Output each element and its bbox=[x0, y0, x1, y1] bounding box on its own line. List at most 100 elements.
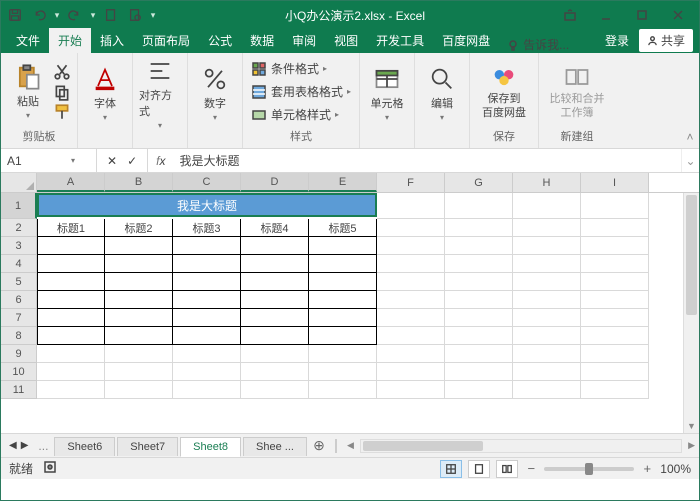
scrollbar-thumb[interactable] bbox=[686, 195, 697, 315]
view-normal-button[interactable] bbox=[440, 460, 462, 478]
col-header-D[interactable]: D bbox=[241, 173, 309, 192]
cell[interactable] bbox=[513, 237, 581, 255]
cell[interactable] bbox=[377, 193, 445, 219]
header-cell[interactable]: 标题3 bbox=[173, 219, 241, 237]
cell[interactable] bbox=[513, 291, 581, 309]
formula-input[interactable] bbox=[173, 149, 681, 172]
cell[interactable] bbox=[173, 381, 241, 399]
zoom-in-button[interactable]: + bbox=[640, 461, 654, 476]
cell[interactable] bbox=[513, 255, 581, 273]
cell[interactable] bbox=[173, 273, 241, 291]
cell[interactable] bbox=[581, 237, 649, 255]
cell[interactable] bbox=[377, 237, 445, 255]
splitter[interactable] bbox=[335, 439, 341, 453]
cell[interactable] bbox=[445, 193, 513, 219]
col-header-B[interactable]: B bbox=[105, 173, 173, 192]
cell[interactable] bbox=[445, 381, 513, 399]
sheet-tab-active[interactable]: Sheet8 bbox=[180, 437, 241, 457]
share-button[interactable]: 共享 bbox=[639, 29, 693, 52]
cell[interactable] bbox=[513, 309, 581, 327]
merged-title-cell[interactable]: 我是大标题 bbox=[37, 193, 377, 217]
col-header-A[interactable]: A bbox=[37, 173, 105, 192]
cell[interactable] bbox=[173, 363, 241, 381]
cell[interactable] bbox=[581, 255, 649, 273]
cell[interactable] bbox=[581, 381, 649, 399]
print-preview-icon[interactable] bbox=[125, 5, 145, 25]
ribbon-options-icon[interactable] bbox=[553, 3, 587, 27]
cell[interactable] bbox=[377, 219, 445, 237]
tab-formulas[interactable]: 公式 bbox=[199, 28, 241, 53]
select-all-corner[interactable] bbox=[1, 173, 37, 192]
expand-formula-bar-icon[interactable]: ⌄ bbox=[681, 149, 699, 172]
cell[interactable] bbox=[513, 345, 581, 363]
cell[interactable] bbox=[377, 291, 445, 309]
row-header-1[interactable]: 1 bbox=[1, 193, 37, 219]
cell[interactable] bbox=[37, 255, 105, 273]
scroll-down-icon[interactable]: ▼ bbox=[684, 419, 699, 433]
cell[interactable] bbox=[173, 327, 241, 345]
editing-button[interactable]: 编辑▾ bbox=[421, 65, 463, 122]
cell[interactable] bbox=[445, 219, 513, 237]
cell[interactable] bbox=[37, 273, 105, 291]
cell[interactable] bbox=[241, 237, 309, 255]
redo-dropdown-icon[interactable]: ▾ bbox=[89, 10, 97, 21]
cell[interactable] bbox=[105, 327, 173, 345]
redo-icon[interactable] bbox=[65, 5, 85, 25]
cell[interactable] bbox=[105, 237, 173, 255]
name-box[interactable]: ▾ bbox=[1, 149, 97, 172]
cell[interactable] bbox=[445, 363, 513, 381]
cell[interactable] bbox=[309, 255, 377, 273]
sheet-tab[interactable]: Sheet6 bbox=[54, 437, 115, 456]
cell[interactable] bbox=[377, 381, 445, 399]
cell[interactable] bbox=[37, 237, 105, 255]
row-header[interactable]: 3 bbox=[1, 237, 37, 255]
conditional-format-button[interactable]: 条件格式▸ bbox=[249, 59, 353, 78]
cell[interactable] bbox=[513, 193, 581, 219]
cell[interactable] bbox=[37, 327, 105, 345]
cell[interactable] bbox=[377, 309, 445, 327]
maximize-button[interactable] bbox=[625, 3, 659, 27]
cell[interactable] bbox=[445, 309, 513, 327]
cell[interactable] bbox=[37, 309, 105, 327]
collapse-ribbon-icon[interactable]: ˄ bbox=[681, 53, 699, 148]
next-sheet-icon[interactable]: ▶ bbox=[21, 440, 29, 451]
cut-icon[interactable] bbox=[53, 63, 71, 81]
add-sheet-button[interactable]: ⊕ bbox=[309, 437, 329, 454]
number-button[interactable]: 数字▾ bbox=[194, 65, 236, 122]
row-header[interactable]: 5 bbox=[1, 273, 37, 291]
align-button[interactable]: 对齐方式▾ bbox=[139, 57, 181, 130]
cell[interactable] bbox=[173, 345, 241, 363]
row-header-2[interactable]: 2 bbox=[1, 219, 37, 237]
cell[interactable] bbox=[581, 291, 649, 309]
cell[interactable] bbox=[309, 237, 377, 255]
zoom-level[interactable]: 100% bbox=[660, 462, 691, 476]
name-box-input[interactable] bbox=[7, 154, 67, 168]
view-page-break-button[interactable] bbox=[496, 460, 518, 478]
row-header[interactable]: 4 bbox=[1, 255, 37, 273]
cell[interactable] bbox=[377, 327, 445, 345]
cell[interactable] bbox=[241, 255, 309, 273]
cell[interactable] bbox=[105, 309, 173, 327]
tab-baidu[interactable]: 百度网盘 bbox=[433, 28, 499, 53]
header-cell[interactable]: 标题1 bbox=[37, 219, 105, 237]
chevron-down-icon[interactable]: ▾ bbox=[71, 156, 75, 165]
cell[interactable] bbox=[581, 309, 649, 327]
row-header[interactable]: 8 bbox=[1, 327, 37, 345]
header-cell[interactable]: 标题2 bbox=[105, 219, 173, 237]
cell[interactable] bbox=[241, 345, 309, 363]
row-header[interactable]: 9 bbox=[1, 345, 37, 363]
scrollbar-thumb[interactable] bbox=[363, 441, 483, 451]
fx-icon[interactable]: fx bbox=[148, 149, 173, 172]
cell[interactable] bbox=[105, 291, 173, 309]
save-to-baidu-button[interactable]: 保存到 百度网盘 bbox=[476, 63, 532, 119]
minimize-button[interactable] bbox=[589, 3, 623, 27]
header-cell[interactable]: 标题5 bbox=[309, 219, 377, 237]
tab-data[interactable]: 数据 bbox=[241, 28, 283, 53]
cell[interactable] bbox=[105, 273, 173, 291]
col-header-E[interactable]: E bbox=[309, 173, 377, 192]
close-button[interactable] bbox=[661, 3, 695, 27]
cell[interactable] bbox=[309, 381, 377, 399]
cell[interactable] bbox=[37, 291, 105, 309]
zoom-slider[interactable] bbox=[544, 467, 634, 471]
cell[interactable] bbox=[445, 327, 513, 345]
